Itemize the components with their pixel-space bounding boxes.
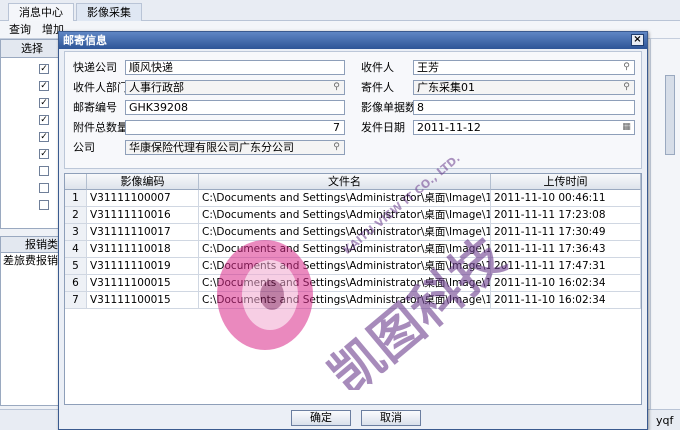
toolbar-query-button[interactable]: 查询 [9, 23, 31, 36]
row-checkbox[interactable]: ✓ [39, 132, 49, 142]
cell-time[interactable]: 2011-11-11 17:30:49 [491, 224, 641, 241]
row-number[interactable]: 6 [65, 275, 87, 292]
column-header-code[interactable]: 影像编码 [87, 174, 199, 190]
courier-label: 快递公司 [73, 61, 117, 74]
cell-code[interactable]: V31111100015 [87, 275, 199, 292]
sender-label: 寄件人 [361, 81, 394, 94]
cell-file[interactable]: C:\Documents and Settings\Administrator\… [199, 207, 491, 224]
search-icon[interactable]: ⚲ [331, 82, 342, 93]
row-checkbox[interactable] [39, 166, 49, 176]
company-field[interactable]: 华康保险代理有限公司广东分公司 ⚲ [125, 140, 345, 155]
category-header: 报销类 [1, 237, 63, 253]
left-category-panel: 报销类 差旅费报销 [0, 236, 64, 406]
row-checkbox[interactable]: ✓ [39, 98, 49, 108]
cell-time[interactable]: 2011-11-11 17:36:43 [491, 241, 641, 258]
recipient-label: 收件人 [361, 61, 394, 74]
search-icon[interactable]: ⚲ [621, 62, 632, 73]
tab-message-center[interactable]: 消息中心 [8, 3, 74, 21]
close-icon[interactable]: × [631, 34, 644, 46]
row-checkbox[interactable]: ✓ [39, 81, 49, 91]
category-item[interactable]: 差旅费报销 [3, 254, 58, 268]
mail-no-label: 邮寄编号 [73, 101, 117, 114]
img-count-label: 影像单据数 [361, 101, 416, 114]
row-number-header [65, 174, 87, 190]
cell-time[interactable]: 2011-11-11 17:23:08 [491, 207, 641, 224]
row-checkbox[interactable]: ✓ [39, 115, 49, 125]
row-number[interactable]: 1 [65, 190, 87, 207]
cell-time[interactable]: 2011-11-10 00:46:11 [491, 190, 641, 207]
cell-file[interactable]: C:\Documents and Settings\Administrator\… [199, 292, 491, 309]
dept-field[interactable]: 人事行政部 ⚲ [125, 80, 345, 95]
cell-code[interactable]: V31111110019 [87, 258, 199, 275]
row-number[interactable]: 3 [65, 224, 87, 241]
cell-code[interactable]: V31111110017 [87, 224, 199, 241]
tab-bar: 消息中心 影像采集 [0, 0, 680, 21]
mail-form: 快递公司 顺风快递 收件人 王芳 ⚲ 收件人部门 人事行政部 ⚲ 寄件人 广东采集0… [64, 51, 642, 169]
scrollbar[interactable] [665, 75, 675, 155]
row-checkbox[interactable]: ✓ [39, 64, 49, 74]
cell-code[interactable]: V31111100007 [87, 190, 199, 207]
cell-file[interactable]: C:\Documents and Settings\Administrator\… [199, 258, 491, 275]
cell-code[interactable]: V31111110018 [87, 241, 199, 258]
img-count-field[interactable]: 8 [413, 100, 635, 115]
dialog-title: 邮寄信息 [59, 32, 647, 49]
search-icon[interactable]: ⚲ [621, 82, 632, 93]
cell-time[interactable]: 2011-11-11 17:47:31 [491, 258, 641, 275]
row-number[interactable]: 5 [65, 258, 87, 275]
cell-file[interactable]: C:\Documents and Settings\Administrator\… [199, 275, 491, 292]
cell-file[interactable]: C:\Documents and Settings\Administrator\… [199, 241, 491, 258]
row-number[interactable]: 4 [65, 241, 87, 258]
sender-field[interactable]: 广东采集01 ⚲ [413, 80, 635, 95]
row-checkbox[interactable] [39, 200, 49, 210]
status-user: yqf [656, 414, 674, 427]
cell-file[interactable]: C:\Documents and Settings\Administrator\… [199, 190, 491, 207]
cell-time[interactable]: 2011-11-10 16:02:34 [491, 292, 641, 309]
cell-code[interactable]: V31111100015 [87, 292, 199, 309]
courier-field[interactable]: 顺风快递 [125, 60, 345, 75]
calendar-icon[interactable]: ▦ [621, 122, 632, 133]
row-number[interactable]: 2 [65, 207, 87, 224]
company-label: 公司 [73, 141, 95, 154]
column-header-file[interactable]: 文件名 [199, 174, 491, 190]
att-count-field[interactable]: 7 [125, 120, 345, 135]
dept-label: 收件人部门 [73, 81, 128, 94]
right-scroll-area [650, 39, 680, 409]
row-checkbox[interactable]: ✓ [39, 149, 49, 159]
image-table: 影像编码 文件名 上传时间 1 V31111100007 C:\Documents … [64, 173, 642, 405]
cancel-button[interactable]: 取消 [361, 410, 421, 426]
tab-image-capture[interactable]: 影像采集 [76, 3, 142, 21]
send-date-field[interactable]: 2011-11-12 ▦ [413, 120, 635, 135]
ok-button[interactable]: 确定 [291, 410, 351, 426]
cell-code[interactable]: V31111110016 [87, 207, 199, 224]
row-number[interactable]: 7 [65, 292, 87, 309]
select-column-header: 选择 [1, 40, 63, 58]
send-date-label: 发件日期 [361, 121, 405, 134]
cell-file[interactable]: C:\Documents and Settings\Administrator\… [199, 224, 491, 241]
mail-info-dialog: 邮寄信息 × 快递公司 顺风快递 收件人 王芳 ⚲ 收件人部门 人事行政部 ⚲ 寄件… [58, 31, 648, 430]
att-count-label: 附件总数量 [73, 121, 128, 134]
column-header-time[interactable]: 上传时间 [491, 174, 641, 190]
left-list-panel: 选择 ✓ ✓ ✓ ✓ ✓ ✓ [0, 39, 64, 229]
row-checkbox[interactable] [39, 183, 49, 193]
cell-time[interactable]: 2011-11-10 16:02:34 [491, 275, 641, 292]
mail-no-field[interactable]: GHK39208 [125, 100, 345, 115]
recipient-field[interactable]: 王芳 ⚲ [413, 60, 635, 75]
search-icon[interactable]: ⚲ [331, 142, 342, 153]
